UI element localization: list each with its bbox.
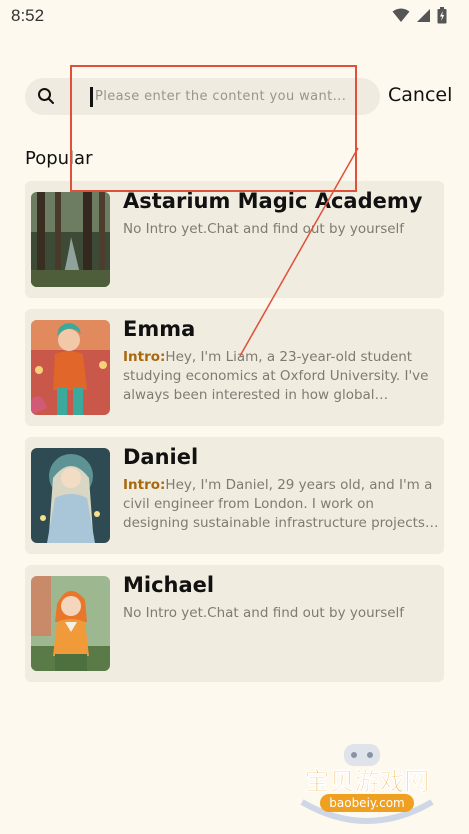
svg-text:宝贝游戏网: 宝贝游戏网	[304, 767, 429, 796]
search-page: 8:52 Cancel Popular	[0, 0, 469, 834]
watermark-logo: 宝贝游戏网 baobeiy.com	[292, 740, 442, 828]
annotation-arrow	[239, 147, 359, 357]
svg-text:baobeiy.com: baobeiy.com	[329, 796, 404, 810]
